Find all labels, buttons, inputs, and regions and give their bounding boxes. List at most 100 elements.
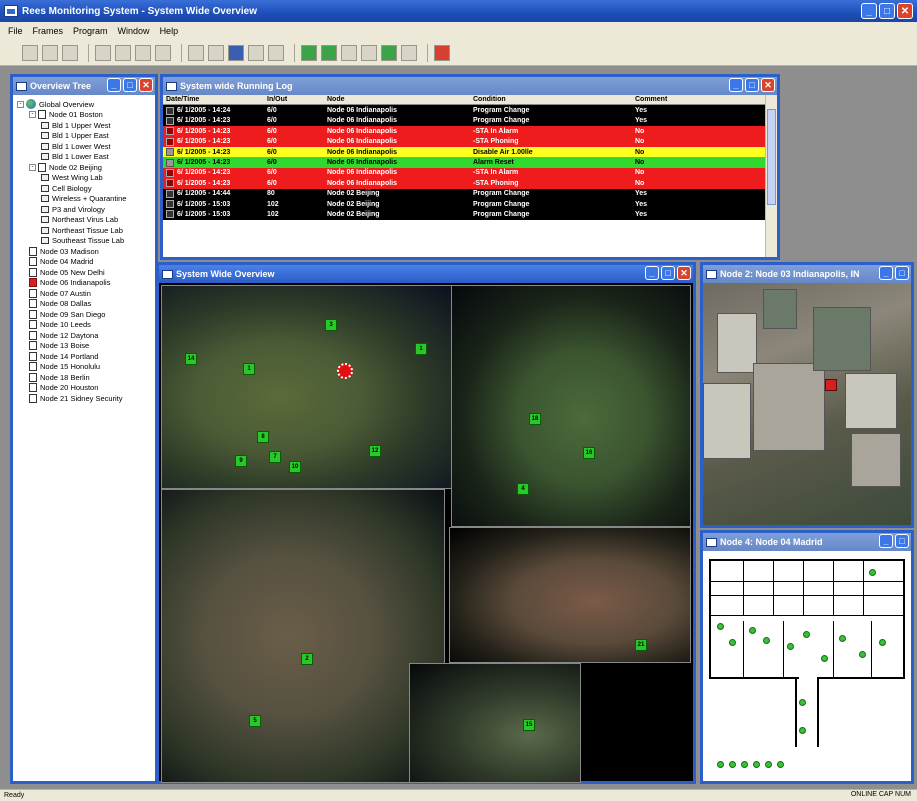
toolbar-button[interactable] bbox=[361, 44, 377, 61]
tree-item[interactable]: Node 04 Madrid bbox=[17, 257, 155, 268]
tree-item[interactable]: Node 06 Indianapolis bbox=[17, 278, 155, 289]
table-row[interactable]: 6/ 1/2005 - 14:23 6/0 Node 06 Indianapolis… bbox=[163, 136, 765, 147]
column-header[interactable]: In/Out bbox=[267, 96, 327, 103]
map-tile-hawaii[interactable] bbox=[409, 663, 581, 783]
map-tile-asia[interactable] bbox=[161, 489, 445, 783]
node-marker[interactable]: 4 bbox=[517, 483, 529, 495]
toolbar-button[interactable] bbox=[188, 44, 204, 61]
map-tile-north-america[interactable] bbox=[161, 285, 453, 489]
tree-item[interactable]: West Wing Lab bbox=[17, 173, 155, 184]
close-button[interactable]: ✕ bbox=[677, 266, 691, 280]
table-row[interactable]: 6/ 1/2005 - 14:23 6/0 Node 06 Indianapolis… bbox=[163, 126, 765, 137]
node-marker[interactable]: 21 bbox=[635, 639, 647, 651]
table-row[interactable]: 6/ 1/2005 - 15:03 102 Node 02 Beijing Progr… bbox=[163, 209, 765, 220]
table-row[interactable]: 6/ 1/2005 - 14:23 6/0 Node 06 Indianapolis… bbox=[163, 115, 765, 127]
minimize-button[interactable]: _ bbox=[879, 534, 893, 548]
menu-program[interactable]: Program bbox=[73, 26, 108, 36]
table-row[interactable]: 6/ 1/2005 - 14:24 6/0 Node 06 Indianapolis… bbox=[163, 105, 765, 116]
minimize-button[interactable]: _ bbox=[861, 3, 877, 19]
sensor-dot[interactable] bbox=[741, 761, 748, 768]
sensor-dot[interactable] bbox=[859, 651, 866, 658]
zoom-out-icon[interactable] bbox=[321, 44, 337, 61]
sensor-dot[interactable] bbox=[717, 623, 724, 630]
maximize-button[interactable]: □ bbox=[879, 3, 895, 19]
menu-frames[interactable]: Frames bbox=[33, 26, 64, 36]
toolbar-button[interactable] bbox=[135, 44, 151, 61]
sensor-dot[interactable] bbox=[717, 761, 724, 768]
tree-item[interactable]: - Global Overview bbox=[17, 99, 155, 110]
world-map[interactable]: 3 14 1 1 8 9 7 10 12 18 16 4 2 5 21 15 bbox=[159, 283, 693, 783]
tree-expander-icon[interactable]: - bbox=[29, 163, 36, 171]
sensor-dot[interactable] bbox=[749, 627, 756, 634]
tree-expander-icon[interactable]: - bbox=[17, 100, 24, 108]
tree-item[interactable]: Node 18 Berlin bbox=[17, 372, 155, 383]
toolbar-button[interactable] bbox=[95, 44, 111, 61]
toolbar-button[interactable] bbox=[115, 44, 131, 61]
menu-window[interactable]: Window bbox=[118, 26, 150, 36]
tree-item[interactable]: Node 07 Austin bbox=[17, 288, 155, 299]
map-tile-australia[interactable] bbox=[449, 527, 691, 663]
toolbar-button[interactable] bbox=[248, 44, 264, 61]
sensor-dot[interactable] bbox=[839, 635, 846, 642]
minimize-button[interactable]: _ bbox=[729, 78, 743, 92]
floorplan-titlebar[interactable]: Node 4: Node 04 Madrid _ □ bbox=[703, 533, 911, 551]
help-icon[interactable] bbox=[434, 44, 450, 61]
node-marker[interactable]: 10 bbox=[289, 461, 301, 473]
toolbar-button[interactable] bbox=[42, 44, 58, 61]
maximize-button[interactable]: □ bbox=[895, 534, 909, 548]
node-marker[interactable]: 3 bbox=[325, 319, 337, 331]
tree-item[interactable]: Bld 1 Upper West bbox=[17, 120, 155, 131]
sensor-dot[interactable] bbox=[799, 727, 806, 734]
node-marker[interactable] bbox=[825, 379, 837, 391]
tree-item[interactable]: - Node 02 Beijing bbox=[17, 162, 155, 173]
node-marker[interactable]: 1 bbox=[243, 363, 255, 375]
tree-item[interactable]: Node 05 New Delhi bbox=[17, 267, 155, 278]
node-marker[interactable]: 12 bbox=[369, 445, 381, 457]
sensor-dot[interactable] bbox=[777, 761, 784, 768]
tree-item[interactable]: P3 and Virology bbox=[17, 204, 155, 215]
table-row[interactable]: 6/ 1/2005 - 14:23 6/0 Node 06 Indianapolis… bbox=[163, 178, 765, 189]
tree-item[interactable]: Node 10 Leeds bbox=[17, 320, 155, 331]
toolbar-button[interactable] bbox=[155, 44, 171, 61]
tree-expander-icon[interactable]: - bbox=[29, 111, 36, 119]
tree-item[interactable]: Node 09 San Diego bbox=[17, 309, 155, 320]
toolbar-button[interactable] bbox=[62, 44, 78, 61]
running-log-titlebar[interactable]: System wide Running Log _ □ ✕ bbox=[163, 77, 777, 95]
table-row[interactable]: 6/ 1/2005 - 14:44 80 Node 02 Beijing Progra… bbox=[163, 188, 765, 199]
zoom-in-icon[interactable] bbox=[301, 44, 317, 61]
map-tile-europe[interactable] bbox=[451, 285, 691, 527]
sensor-dot[interactable] bbox=[803, 631, 810, 638]
sensor-dot[interactable] bbox=[879, 639, 886, 646]
node-marker[interactable]: 14 bbox=[185, 353, 197, 365]
close-button[interactable]: ✕ bbox=[761, 78, 775, 92]
toolbar-button[interactable] bbox=[22, 44, 38, 61]
node-marker[interactable]: 5 bbox=[249, 715, 261, 727]
column-header[interactable]: Comment bbox=[635, 96, 695, 103]
tree-item[interactable]: Northeast Tissue Lab bbox=[17, 225, 155, 236]
sensor-dot[interactable] bbox=[787, 643, 794, 650]
node-marker[interactable]: 7 bbox=[269, 451, 281, 463]
tree-item[interactable]: Wireless + Quarantine bbox=[17, 194, 155, 205]
node-marker[interactable]: 16 bbox=[583, 447, 595, 459]
maximize-button[interactable]: □ bbox=[745, 78, 759, 92]
sensor-dot[interactable] bbox=[869, 569, 876, 576]
column-header[interactable]: Date/Time bbox=[163, 96, 267, 103]
maximize-button[interactable]: □ bbox=[895, 266, 909, 280]
node-photo-titlebar[interactable]: Node 2: Node 03 Indianapolis, IN _ □ bbox=[703, 265, 911, 283]
close-button[interactable]: ✕ bbox=[139, 78, 153, 92]
menu-file[interactable]: File bbox=[8, 26, 23, 36]
tree-item[interactable]: - Node 01 Boston bbox=[17, 110, 155, 121]
system-overview-titlebar[interactable]: System Wide Overview _ □ ✕ bbox=[159, 265, 693, 283]
tree-item[interactable]: Node 12 Daytona bbox=[17, 330, 155, 341]
tree-item[interactable]: Node 21 Sidney Security bbox=[17, 393, 155, 404]
network-icon[interactable] bbox=[228, 44, 244, 61]
tree-item[interactable]: Bld 1 Lower East bbox=[17, 152, 155, 163]
alarm-marker[interactable] bbox=[337, 363, 353, 379]
toolbar-button[interactable] bbox=[268, 44, 284, 61]
log-scrollbar[interactable] bbox=[765, 95, 777, 257]
tree-item[interactable]: Node 13 Boise bbox=[17, 341, 155, 352]
tree-item[interactable]: Node 14 Portland bbox=[17, 351, 155, 362]
building-aerial-photo[interactable] bbox=[703, 283, 911, 525]
table-row[interactable]: 6/ 1/2005 - 15:03 102 Node 02 Beijing Progr… bbox=[163, 198, 765, 210]
sensor-dot[interactable] bbox=[765, 761, 772, 768]
